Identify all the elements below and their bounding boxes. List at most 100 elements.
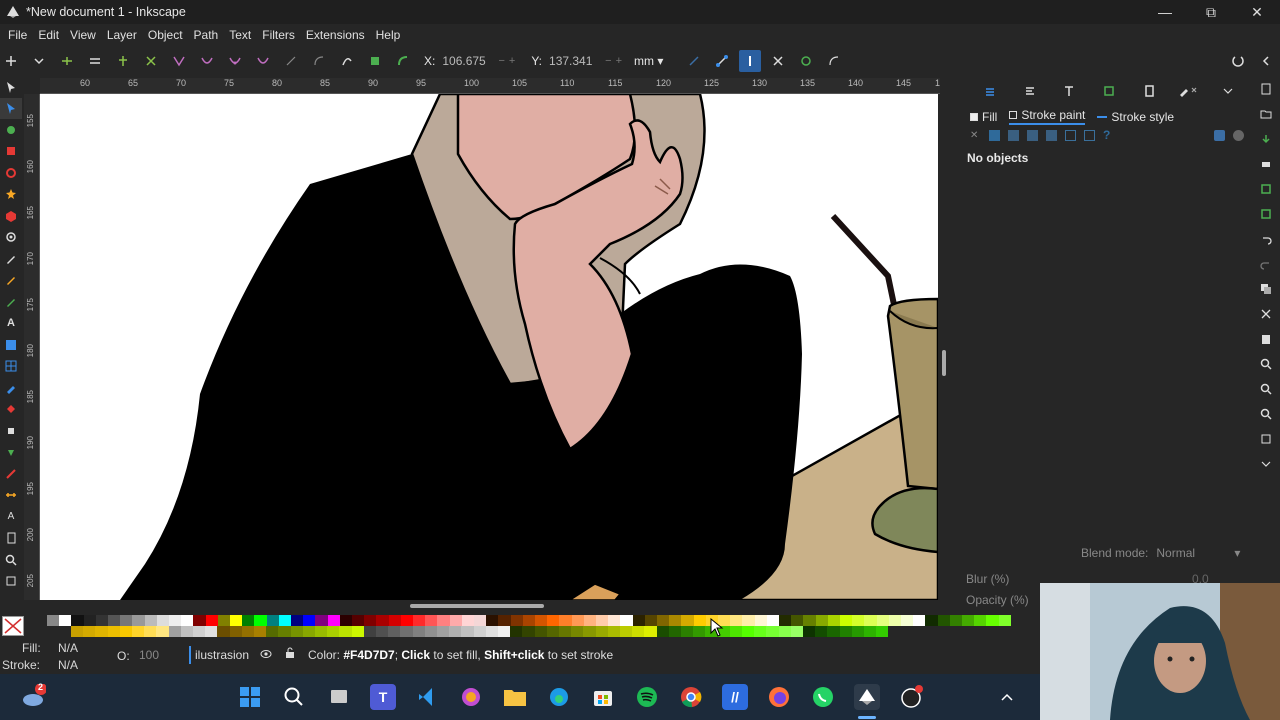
color-swatch[interactable] (815, 626, 828, 637)
spotify-icon[interactable] (634, 684, 660, 710)
delete-segment-icon[interactable] (140, 50, 162, 72)
menu-edit[interactable]: Edit (34, 28, 63, 42)
color-swatch[interactable] (729, 626, 742, 637)
save-icon[interactable] (1252, 126, 1280, 151)
color-swatch[interactable] (607, 626, 620, 637)
copilot-icon[interactable] (458, 684, 484, 710)
color-swatch[interactable] (827, 626, 840, 637)
color-swatch[interactable] (193, 626, 206, 637)
vertical-scrollbar[interactable] (942, 350, 946, 376)
layer-visibility-icon[interactable] (260, 648, 272, 662)
circle-tool-icon[interactable] (0, 162, 22, 184)
node-auto-smooth-icon[interactable] (252, 50, 274, 72)
pages-tool-icon-2[interactable] (0, 571, 22, 593)
color-swatch[interactable] (864, 626, 877, 637)
color-swatch[interactable] (254, 626, 267, 637)
current-layer[interactable]: ilustrasion (189, 646, 249, 664)
clip-path-icon[interactable] (767, 50, 789, 72)
color-swatch[interactable] (71, 615, 84, 626)
color-swatch[interactable] (291, 615, 304, 626)
color-swatch[interactable] (522, 626, 535, 637)
color-swatch[interactable] (583, 615, 596, 626)
star-tool-icon[interactable] (0, 184, 22, 206)
gradient-tool-icon[interactable] (0, 334, 22, 356)
open-file-icon[interactable] (1252, 101, 1280, 126)
color-swatch[interactable] (730, 615, 743, 626)
color-swatch[interactable] (119, 626, 132, 637)
fill-stroke-tab-icon[interactable] (1169, 85, 1209, 97)
color-swatch[interactable] (779, 615, 792, 626)
color-swatch[interactable] (803, 615, 816, 626)
print-icon[interactable] (1252, 151, 1280, 176)
color-swatch[interactable] (107, 626, 120, 637)
show-handles-icon[interactable] (711, 50, 733, 72)
color-swatch[interactable] (840, 615, 853, 626)
tweak-tool-icon[interactable] (0, 119, 22, 141)
path-effect-icon[interactable] (392, 50, 414, 72)
spiral-tool-icon[interactable] (0, 227, 22, 249)
color-swatch[interactable] (437, 615, 450, 626)
lpe-edit-icon[interactable] (823, 50, 845, 72)
import-icon[interactable] (1252, 176, 1280, 201)
color-swatch[interactable] (144, 626, 157, 637)
calligraphy-tool-icon[interactable] (0, 291, 22, 313)
search-icon[interactable] (281, 684, 307, 710)
color-swatch[interactable] (449, 626, 462, 637)
color-swatch[interactable] (620, 615, 633, 626)
color-swatch[interactable] (668, 626, 681, 637)
tablet-app-icon[interactable]: // (722, 684, 748, 710)
horizontal-scrollbar[interactable] (410, 604, 544, 608)
menu-help[interactable]: Help (372, 28, 405, 42)
color-swatch[interactable] (181, 615, 194, 626)
color-swatch[interactable] (790, 626, 803, 637)
menu-layer[interactable]: Layer (103, 28, 141, 42)
color-swatch[interactable] (424, 626, 437, 637)
color-swatch[interactable] (534, 626, 547, 637)
layer-lock-icon[interactable] (285, 647, 295, 662)
color-swatch[interactable] (425, 615, 438, 626)
color-swatch[interactable] (510, 626, 523, 637)
color-swatch[interactable] (998, 615, 1011, 626)
align-tab-icon[interactable] (1010, 85, 1050, 97)
teams-icon[interactable]: T (370, 684, 396, 710)
object-to-path-icon[interactable] (336, 50, 358, 72)
color-swatch[interactable] (156, 615, 169, 626)
color-swatch[interactable] (656, 626, 669, 637)
horizontal-ruler[interactable]: 60 65 70 75 80 85 90 95 100 105 110 115 … (40, 78, 940, 94)
color-swatch[interactable] (278, 615, 291, 626)
color-swatch[interactable] (376, 626, 389, 637)
color-swatch[interactable] (547, 615, 560, 626)
menu-object[interactable]: Object (144, 28, 187, 42)
color-swatch[interactable] (108, 615, 121, 626)
minimize-icon[interactable]: — (1142, 0, 1188, 24)
connector-tool-icon[interactable] (0, 463, 22, 485)
unset-paint-icon[interactable]: ? (1103, 129, 1114, 141)
tab-stroke-style[interactable]: Stroke style (1097, 110, 1174, 124)
color-swatch[interactable] (339, 626, 352, 637)
color-swatch[interactable] (290, 626, 303, 637)
drawing-canvas[interactable] (40, 94, 938, 600)
color-swatch[interactable] (949, 615, 962, 626)
vscode-icon[interactable] (414, 684, 440, 710)
paste-icon[interactable] (1252, 326, 1280, 351)
color-swatch[interactable] (302, 626, 315, 637)
color-swatch[interactable] (595, 626, 608, 637)
stroke-indicator-value[interactable]: N/A (58, 658, 78, 672)
swatch-icon[interactable] (1084, 130, 1095, 141)
pattern-icon[interactable] (1065, 130, 1076, 141)
color-swatch[interactable] (498, 615, 511, 626)
add-node-icon[interactable] (0, 50, 22, 72)
color-swatch[interactable] (644, 626, 657, 637)
menu-text[interactable]: Text (225, 28, 255, 42)
color-swatch[interactable] (571, 626, 584, 637)
color-swatch[interactable] (327, 615, 340, 626)
color-swatch[interactable] (363, 626, 376, 637)
document-tab-icon[interactable] (1129, 85, 1169, 97)
fill-indicator-value[interactable]: N/A (58, 641, 78, 655)
color-swatch[interactable] (693, 626, 706, 637)
undo-icon[interactable] (1252, 226, 1280, 251)
color-swatch[interactable] (47, 615, 60, 626)
color-swatch[interactable] (59, 615, 72, 626)
show-transform-handles-icon[interactable] (683, 50, 705, 72)
node-symmetric-icon[interactable] (224, 50, 246, 72)
